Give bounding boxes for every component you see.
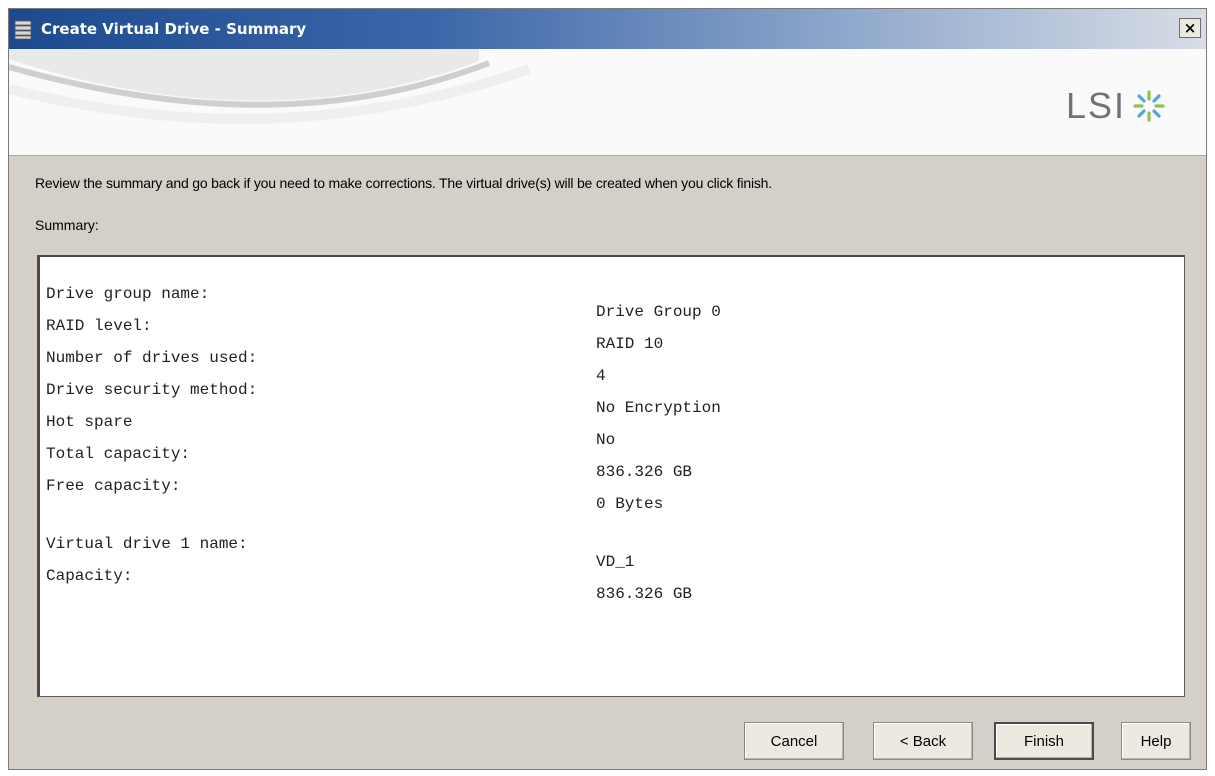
summary-value: 0 Bytes bbox=[596, 495, 664, 513]
summary-value: VD_1 bbox=[596, 553, 635, 571]
close-icon: × bbox=[1183, 18, 1197, 37]
drive-stack-icon bbox=[14, 20, 32, 40]
help-button[interactable]: Help bbox=[1121, 722, 1191, 760]
summary-value: RAID 10 bbox=[596, 335, 664, 353]
summary-row: Capacity: 836.326 GB bbox=[46, 549, 692, 621]
summary-key: Free capacity: bbox=[46, 477, 181, 495]
summary-key: Capacity: bbox=[46, 567, 133, 585]
back-button[interactable]: < Back bbox=[873, 722, 973, 760]
summary-value: 4 bbox=[596, 367, 606, 385]
cancel-button[interactable]: Cancel bbox=[744, 722, 844, 760]
window-title: Create Virtual Drive - Summary bbox=[41, 20, 307, 38]
summary-value: 836.326 GB bbox=[596, 585, 693, 603]
summary-value: Drive Group 0 bbox=[596, 303, 721, 321]
summary-value: No Encryption bbox=[596, 399, 721, 417]
close-button[interactable]: × bbox=[1179, 18, 1201, 38]
summary-value: No bbox=[596, 431, 616, 449]
banner-swoosh-decoration bbox=[9, 49, 531, 124]
summary-label: Summary: bbox=[35, 217, 99, 233]
summary-value: 836.326 GB bbox=[596, 463, 693, 481]
lsi-starburst-icon bbox=[1133, 90, 1165, 122]
lsi-logo: LSI bbox=[1066, 85, 1166, 127]
instruction-text: Review the summary and go back if you ne… bbox=[35, 175, 772, 191]
summary-text-area[interactable]: Drive group name: Drive Group 0 RAID lev… bbox=[37, 255, 1185, 697]
finish-button[interactable]: Finish bbox=[994, 722, 1094, 760]
title-bar[interactable]: Create Virtual Drive - Summary × bbox=[9, 9, 1206, 49]
logo-text: LSI bbox=[1065, 85, 1126, 126]
header-banner: LSI bbox=[9, 49, 1206, 156]
create-virtual-drive-dialog: Create Virtual Drive - Summary × LSI Rev… bbox=[8, 8, 1207, 770]
